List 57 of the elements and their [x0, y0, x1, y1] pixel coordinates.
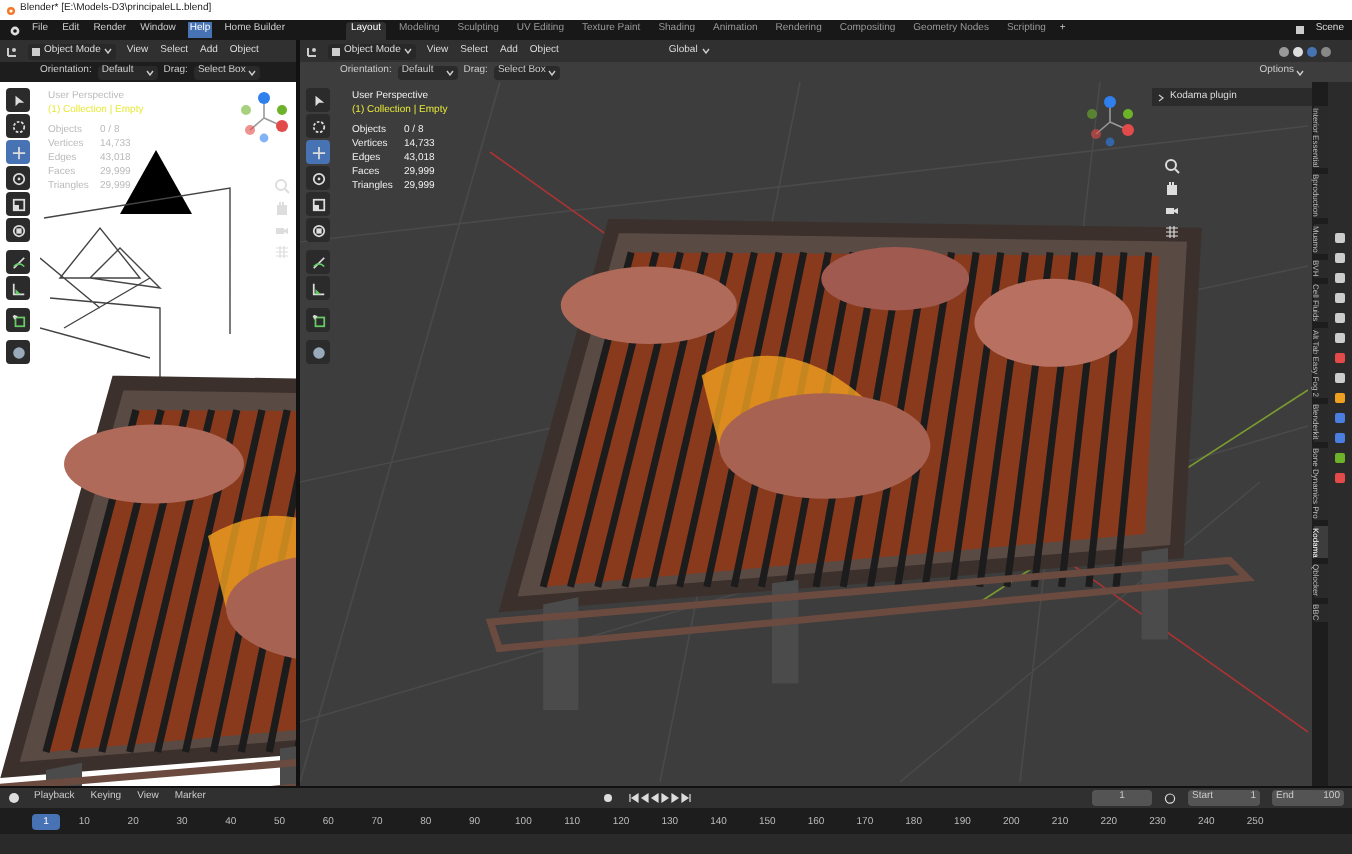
cursor-icon	[311, 93, 325, 107]
grid-icon[interactable]	[1164, 224, 1180, 240]
tool-button[interactable]	[6, 250, 30, 274]
tool-button[interactable]	[306, 192, 330, 216]
tool-button[interactable]	[6, 218, 30, 242]
cube-icon	[11, 313, 25, 327]
pencil-icon	[11, 255, 25, 269]
caret-icon	[1296, 69, 1304, 75]
tool-button[interactable]	[6, 192, 30, 216]
sphere-icon	[11, 345, 25, 359]
caret-icon	[247, 69, 256, 75]
tool-button[interactable]	[306, 166, 330, 190]
caret-icon	[547, 69, 556, 75]
tool-button[interactable]	[6, 88, 30, 112]
tool-button[interactable]	[6, 276, 30, 300]
tool-button[interactable]	[306, 114, 330, 138]
chevron-icon	[1158, 93, 1164, 101]
caret-icon	[404, 48, 413, 54]
caret-icon	[145, 69, 154, 75]
tool-button[interactable]	[306, 340, 330, 364]
rotate-icon	[311, 171, 325, 185]
transform-icon	[311, 223, 325, 237]
tool-button[interactable]	[6, 114, 30, 138]
tool-button[interactable]	[306, 140, 330, 164]
stopwatch-icon[interactable]	[1164, 792, 1176, 804]
tool-button[interactable]	[6, 308, 30, 332]
tool-button[interactable]	[306, 250, 330, 274]
caret-icon	[104, 48, 113, 54]
tool-button[interactable]	[306, 218, 330, 242]
tool-button[interactable]	[306, 308, 330, 332]
tool-button[interactable]	[306, 88, 330, 112]
ruler-icon	[311, 281, 325, 295]
scale-icon	[311, 197, 325, 211]
viewport-type-icon[interactable]	[6, 45, 20, 57]
scale-icon	[11, 197, 25, 211]
cursor-icon	[11, 93, 25, 107]
caret-icon	[445, 69, 454, 75]
viewport-type-icon[interactable]	[306, 45, 320, 57]
pencil-icon	[311, 255, 325, 269]
crosshair-icon	[11, 119, 25, 133]
ruler-icon	[11, 281, 25, 295]
tool-button[interactable]	[6, 340, 30, 364]
move-icon	[11, 145, 25, 159]
rotate-icon	[11, 171, 25, 185]
clock-icon[interactable]	[8, 792, 20, 804]
scene-icon	[1293, 24, 1306, 36]
move-icon	[311, 145, 325, 159]
hand-icon[interactable]	[1164, 180, 1180, 196]
crosshair-icon	[311, 119, 325, 133]
cube-icon	[311, 313, 325, 327]
caret-icon	[701, 48, 710, 54]
tool-button[interactable]	[306, 276, 330, 300]
tool-button[interactable]	[6, 166, 30, 190]
transform-icon	[11, 223, 25, 237]
zoom-icon[interactable]	[1164, 158, 1180, 174]
camera-icon[interactable]	[1164, 202, 1180, 218]
sphere-icon	[311, 345, 325, 359]
